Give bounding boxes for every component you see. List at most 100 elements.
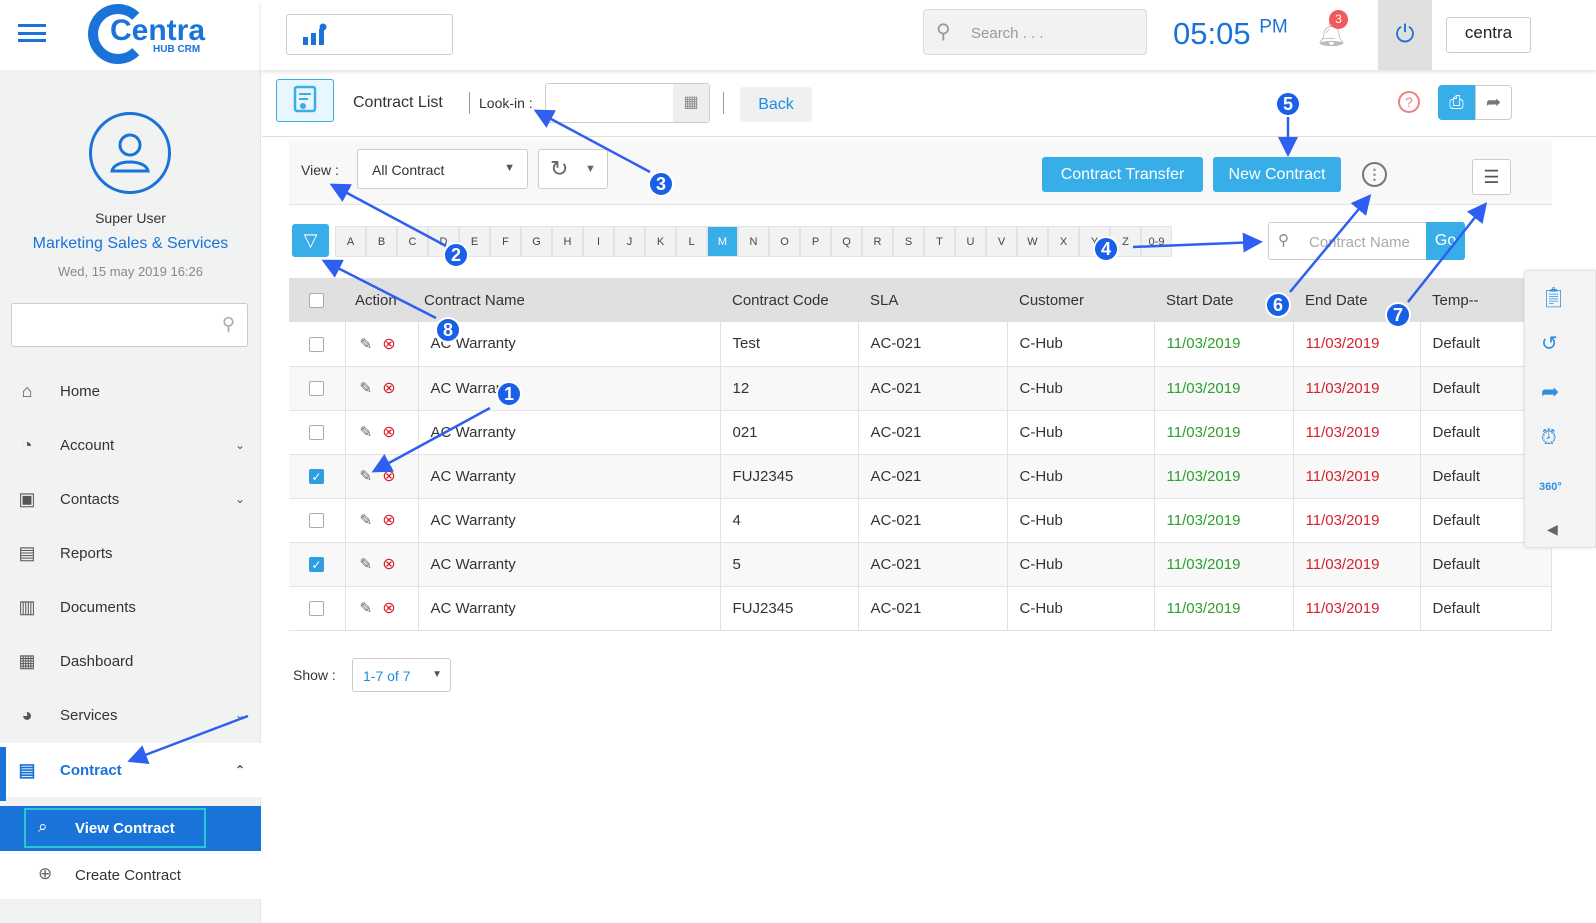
row-checkbox[interactable]: ✓ [309,469,324,485]
delete-icon[interactable]: ⊗ [382,424,395,441]
row-checkbox[interactable] [309,425,324,441]
letter-filter-I[interactable]: I [583,226,614,257]
table-row[interactable]: ✓ ✎ ⊗ AC Warranty 5 AC-021 C-Hub 11/03/2… [289,542,1552,586]
row-checkbox[interactable] [309,601,324,617]
letter-filter-W[interactable]: W [1017,226,1048,257]
cell-contract-name[interactable]: AC Warranty [418,586,721,630]
letter-filter-T[interactable]: T [924,226,955,257]
table-row[interactable]: ✓ ✎ ⊗ AC Warranty FUJ2345 AC-021 C-Hub 1… [289,454,1552,498]
global-search-input[interactable]: ⚲ Search . . . [923,9,1147,55]
sidebar-item-contacts[interactable]: ▣ Contacts ⌄ [0,472,261,526]
sidebar-subitem-create-contract[interactable]: ⊕ Create Contract [0,851,261,899]
column-list-button[interactable]: ☰ [1472,159,1511,195]
table-row[interactable]: ✎ ⊗ AC Warranty 021 AC-021 C-Hub 11/03/2… [289,410,1552,454]
letter-filter-K[interactable]: K [645,226,676,257]
sidebar-item-services[interactable]: ◕ Services ⌄ [0,688,261,742]
col-sla[interactable]: SLA [858,278,1007,322]
delete-icon[interactable]: ⊗ [382,556,395,573]
help-icon[interactable]: ? [1398,91,1420,113]
letter-filter-S[interactable]: S [893,226,924,257]
forward-icon[interactable]: ➦ [1541,379,1559,405]
letter-filter-B[interactable]: B [366,226,397,257]
filter-icon[interactable]: ▽ [292,224,329,257]
cell-contract-name[interactable]: AC Warranty [418,498,721,542]
collapse-icon[interactable]: ◀ [1547,521,1558,538]
sidebar-item-contract[interactable]: ▤ Contract ⌃ [0,743,261,797]
delete-icon[interactable]: ⊗ [382,380,395,397]
delete-icon[interactable]: ⊗ [382,512,395,529]
print-button[interactable]: ⎙ [1438,85,1475,120]
letter-filter-0-9[interactable]: 0-9 [1141,226,1172,257]
user-avatar[interactable] [89,112,171,194]
row-checkbox[interactable] [309,513,324,529]
letter-filter-L[interactable]: L [676,226,707,257]
more-options-icon[interactable]: ⋮ [1362,162,1387,187]
edit-icon[interactable]: ✎ [360,468,373,485]
edit-icon[interactable]: ✎ [360,556,373,573]
col-contract-code[interactable]: Contract Code [720,278,858,322]
letter-filter-H[interactable]: H [552,226,583,257]
cell-contract-name[interactable]: AC Warranty [418,410,721,454]
cell-contract-name[interactable]: AC Warranty [418,454,721,498]
letter-filter-F[interactable]: F [490,226,521,257]
calendar-icon[interactable]: ▦ [673,84,709,122]
letter-filter-P[interactable]: P [800,226,831,257]
table-row[interactable]: ✎ ⊗ AC Warranty 4 AC-021 C-Hub 11/03/201… [289,498,1552,542]
letter-filter-X[interactable]: X [1048,226,1079,257]
menu-icon[interactable] [18,24,46,42]
letter-filter-O[interactable]: O [769,226,800,257]
col-contract-name[interactable]: Contract Name [418,278,720,322]
table-row[interactable]: ✎ ⊗ AC Warranty 12 AC-021 C-Hub 11/03/20… [289,366,1552,410]
go-button[interactable]: Go [1426,222,1465,260]
letter-filter-J[interactable]: J [614,226,645,257]
letter-filter-G[interactable]: G [521,226,552,257]
sidebar-item-home[interactable]: ⌂ Home [0,364,261,418]
letter-filter-R[interactable]: R [862,226,893,257]
delete-icon[interactable]: ⊗ [382,336,395,353]
refresh-button[interactable]: ↻ ▼ [538,149,608,189]
sidebar-item-dashboard[interactable]: ▦ Dashboard [0,634,261,688]
delete-icon[interactable]: ⊗ [382,468,395,485]
select-all-checkbox[interactable] [309,293,324,309]
lookin-date-input[interactable]: ▦ [545,83,710,123]
edit-icon[interactable]: ✎ [360,336,373,353]
letter-filter-A[interactable]: A [335,226,366,257]
letter-filter-N[interactable]: N [738,226,769,257]
clipboard-icon[interactable]: 📋︎ [1541,285,1566,310]
row-checkbox[interactable] [309,336,324,352]
view-360-icon[interactable]: 360° [1539,481,1562,493]
back-button[interactable]: Back [740,87,812,122]
view-select[interactable]: All Contract ▼ [357,149,528,189]
alarm-icon[interactable]: ⏰︎ [1541,427,1557,450]
table-row[interactable]: ✎ ⊗ AC Warranty Test AC-021 C-Hub 11/03/… [289,322,1552,366]
share-button[interactable]: ➦ [1475,85,1512,120]
sidebar-item-documents[interactable]: ▥ Documents [0,580,261,634]
edit-icon[interactable]: ✎ [360,600,373,617]
edit-icon[interactable]: ✎ [360,380,373,397]
table-row[interactable]: ✎ ⊗ AC Warranty FUJ2345 AC-021 C-Hub 11/… [289,586,1552,630]
letter-filter-C[interactable]: C [397,226,428,257]
sidebar-item-account[interactable]: ◔ Account ⌄ [0,418,261,472]
contract-transfer-button[interactable]: Contract Transfer [1042,157,1203,192]
delete-icon[interactable]: ⊗ [382,600,395,617]
row-checkbox[interactable] [309,381,324,397]
cell-contract-name[interactable]: AC Warranty [418,542,721,586]
row-checkbox[interactable]: ✓ [309,557,324,573]
col-customer[interactable]: Customer [1007,278,1154,322]
history-icon[interactable]: ↺ [1541,331,1558,356]
sales-chart-button[interactable] [286,14,453,55]
letter-filter-Q[interactable]: Q [831,226,862,257]
sidebar-subitem-view-contract[interactable]: ⌕ View Contract [0,806,261,851]
cell-contract-name[interactable]: AC Warranty [418,366,721,410]
new-contract-button[interactable]: New Contract [1213,157,1341,192]
sidebar-item-reports[interactable]: ▤ Reports [0,526,261,580]
power-icon[interactable]: ⏻ [1378,0,1432,70]
cell-contract-name[interactable]: AC Warranty [418,322,721,366]
letter-filter-M[interactable]: M [707,226,738,257]
contract-name-search[interactable]: ⚲ Contract Name [1268,222,1428,260]
letter-filter-V[interactable]: V [986,226,1017,257]
page-size-select[interactable]: 1-7 of 7 ▼ [352,658,451,692]
edit-icon[interactable]: ✎ [360,512,373,529]
letter-filter-U[interactable]: U [955,226,986,257]
sidebar-search-input[interactable]: ⚲ [11,303,248,347]
